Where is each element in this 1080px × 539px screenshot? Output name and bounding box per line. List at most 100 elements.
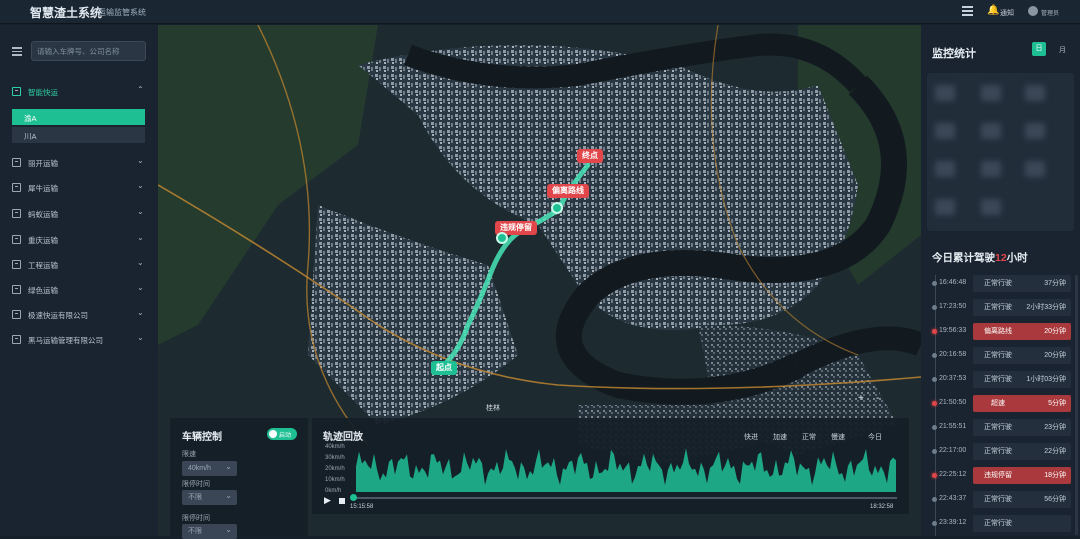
sidebar-sub-item-1[interactable]: 川A <box>12 127 145 143</box>
event-duration: 2小时33分钟 <box>1026 304 1066 311</box>
user-menu[interactable]: 管理员 <box>1041 8 1059 17</box>
event-duration: 18分钟 <box>1044 472 1066 479</box>
search-input[interactable] <box>31 41 146 61</box>
timeline-dot <box>932 473 937 478</box>
timeline-event-row[interactable]: 19:56:33 偏离路线 20分钟 <box>929 323 1071 340</box>
chevron-down-icon: ⌄ <box>137 308 144 317</box>
stat-tile <box>935 199 955 215</box>
event-time: 22:25:12 <box>939 471 967 478</box>
sidebar-group-2[interactable]: 犀牛运输 ⌄ <box>0 179 158 197</box>
menu-icon[interactable] <box>962 6 973 16</box>
playback-end-time: 18:32:58 <box>870 504 894 510</box>
timeline-event-row[interactable]: 16:46:48 正常行驶 37分钟 <box>929 275 1071 292</box>
chevron-down-icon: ⌄ <box>137 233 144 242</box>
event-time: 20:37:53 <box>939 375 967 382</box>
sidebar-group-5[interactable]: 工程运输 ⌄ <box>0 256 158 274</box>
play-icon[interactable]: ▶ <box>324 495 331 506</box>
map-pin-icon[interactable] <box>551 202 563 214</box>
timeline-event-row[interactable]: 23:39:12 正常行驶 <box>929 515 1071 532</box>
right-panel: 监控统计 日 月 今日累计驾驶12小时 16:46:48 正常行驶 37分钟 17:2… <box>921 25 1080 536</box>
track-playback-panel: 轨迹回放 快进 加速 正常 慢速 今日 40km/h 30km/h 20km/h 10k… <box>312 418 909 514</box>
today-button[interactable]: 今日 <box>868 432 882 442</box>
sidebar-group-7[interactable]: 极速快运有限公司 ⌄ <box>0 306 158 324</box>
stat-tile <box>1025 123 1045 139</box>
event-duration: 37分钟 <box>1044 280 1066 287</box>
speed-limit-select[interactable]: 40km/h <box>182 459 237 476</box>
sidebar-group-label: 丽开运输 <box>28 159 58 168</box>
event-state: 正常行驶 <box>984 448 1012 455</box>
time-limit-select[interactable]: 不限 <box>182 522 237 539</box>
event-time: 21:50:50 <box>939 399 967 406</box>
stop-limit-select[interactable]: 不限 <box>182 488 237 505</box>
timeline-event-row[interactable]: 17:23:50 正常行驶 2小时33分钟 <box>929 299 1071 316</box>
bell-icon[interactable]: 🔔 <box>987 5 999 16</box>
speed-up-button[interactable]: 加速 <box>773 432 787 442</box>
sidebar-group-6[interactable]: 绿色运输 ⌄ <box>0 281 158 299</box>
timeline-scrollbar[interactable] <box>1075 275 1078 535</box>
event-time: 19:56:33 <box>939 327 967 334</box>
chevron-up-icon: ⌃ <box>137 85 144 94</box>
event-duration <box>1025 516 1071 531</box>
sidebar-group-4[interactable]: 重庆运输 ⌄ <box>0 231 158 249</box>
sidebar-group-1[interactable]: 丽开运输 ⌄ <box>0 154 158 172</box>
chevron-down-icon: ⌄ <box>137 283 144 292</box>
map-marker-deviation[interactable]: 偏离路线 <box>547 184 589 198</box>
event-time: 23:39:12 <box>939 519 967 526</box>
toggle-knob <box>269 430 277 438</box>
timeline-event-row[interactable]: 22:17:00 正常行驶 22分钟 <box>929 443 1071 460</box>
y-tick-label: 30km/h <box>325 455 345 461</box>
map-marker-start[interactable]: 起点 <box>431 361 457 375</box>
timeline-dot <box>932 521 937 526</box>
avatar[interactable] <box>1028 6 1038 16</box>
timeline-event-row[interactable]: 21:55:51 正常行驶 23分钟 <box>929 419 1071 436</box>
timeline-dot <box>932 329 937 334</box>
chevron-down-icon: ⌄ <box>137 333 144 342</box>
zoom-out-button[interactable]: - <box>876 393 879 404</box>
timeline-event-row[interactable]: 20:37:53 正常行驶 1小时03分钟 <box>929 371 1071 388</box>
toggle-label: 启动 <box>279 433 292 439</box>
sidebar-group-3[interactable]: 蚂蚁运输 ⌄ <box>0 205 158 223</box>
playback-track[interactable] <box>352 497 897 499</box>
normal-speed-button[interactable]: 正常 <box>802 432 816 442</box>
today-prefix: 今日累计驾驶 <box>932 252 995 264</box>
timeline-event-row[interactable]: 21:50:50 超速 5分钟 <box>929 395 1071 412</box>
stat-tile <box>935 161 955 177</box>
collapse-sidebar-icon[interactable] <box>12 47 22 56</box>
chevron-down-icon: ⌄ <box>137 181 144 190</box>
timeline-event-row[interactable]: 22:25:12 违规停留 18分钟 <box>929 467 1071 484</box>
stat-tile <box>981 199 1001 215</box>
sidebar-group-label: 绿色运输 <box>28 286 58 295</box>
app-subtitle: 运输监管系统 <box>98 8 146 17</box>
timeline-dot <box>932 281 937 286</box>
playback-handle[interactable] <box>350 494 357 501</box>
speed-limit-label: 限速 <box>182 451 196 458</box>
event-duration: 20分钟 <box>1044 352 1066 359</box>
stop-icon[interactable] <box>339 498 345 504</box>
map-pin-icon[interactable] <box>496 232 508 244</box>
fast-forward-button[interactable]: 快进 <box>744 432 758 442</box>
slow-speed-button[interactable]: 慢速 <box>831 432 845 442</box>
sidebar-sub-item-0[interactable]: 渝A <box>12 109 145 125</box>
start-toggle[interactable]: 启动 <box>267 428 297 440</box>
today-hours: 12 <box>995 252 1007 264</box>
y-tick-label: 40km/h <box>325 444 345 450</box>
sidebar-group-label: 犀牛运输 <box>28 184 58 193</box>
sidebar-group-0[interactable]: 智能快运 ⌃ <box>0 83 158 101</box>
chevron-down-icon: ⌄ <box>137 156 144 165</box>
stat-tile <box>1025 161 1045 177</box>
notice-link[interactable]: 通知 <box>1000 8 1014 18</box>
sidebar-group-8[interactable]: 黑马运输管理有限公司 ⌄ <box>0 331 158 349</box>
map-place-label: 桂林 <box>486 405 500 412</box>
today-driving-summary: 今日累计驾驶12小时 <box>932 250 1028 265</box>
map-marker-destination[interactable]: 终点 <box>577 149 603 163</box>
month-button[interactable]: 月 <box>1059 45 1066 55</box>
event-state: 正常行驶 <box>984 424 1012 431</box>
event-time: 21:55:51 <box>939 423 967 430</box>
stat-tile <box>981 123 1001 139</box>
building-icon <box>12 235 21 244</box>
timeline-dot <box>932 353 937 358</box>
zoom-in-button[interactable]: + <box>858 393 864 404</box>
day-button[interactable]: 日 <box>1032 42 1046 56</box>
timeline-event-row[interactable]: 20:16:58 正常行驶 20分钟 <box>929 347 1071 364</box>
timeline-event-row[interactable]: 22:43:37 正常行驶 56分钟 <box>929 491 1071 508</box>
